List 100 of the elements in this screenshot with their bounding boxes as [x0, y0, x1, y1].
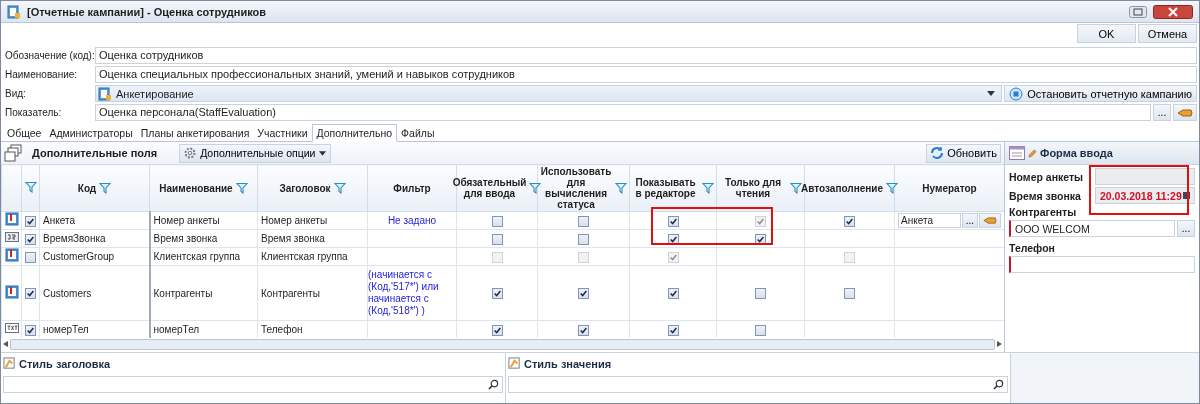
table-cell: Контрагенты: [153, 287, 213, 299]
checkbox[interactable]: [491, 288, 503, 300]
text-field[interactable]: Оценка специальных профессиональных знаний, умений и навыков сотрудников: [95, 66, 1197, 83]
fields-icon: [4, 144, 24, 162]
checkbox[interactable]: [667, 233, 679, 245]
filter-icon[interactable]: [235, 182, 248, 194]
checkbox[interactable]: [491, 215, 503, 227]
filter-icon[interactable]: [790, 182, 802, 194]
checkbox[interactable]: [491, 233, 503, 245]
scroll-right-icon[interactable]: [997, 341, 1002, 347]
table-cell: ВремяЗвонка: [43, 233, 106, 244]
refresh-button[interactable]: Обновить: [926, 143, 1001, 163]
numerator-field[interactable]: Анкета: [898, 213, 961, 228]
section-title: Дополнительные поля: [32, 147, 158, 159]
column-header[interactable]: Обязательный для ввода: [452, 177, 527, 199]
search-icon: [993, 379, 1004, 390]
checkbox[interactable]: [578, 233, 589, 245]
stop-campaign-button[interactable]: Остановить отчетную кампанию: [1004, 85, 1197, 102]
filter-icon[interactable]: [24, 181, 37, 193]
text-field-icon: [4, 321, 19, 335]
table-cell: номерТел: [43, 324, 89, 335]
field-label: Наименование:: [4, 69, 79, 80]
tab[interactable]: Файлы: [397, 125, 439, 141]
table-cell: Анкета: [43, 215, 75, 226]
checkbox[interactable]: [667, 288, 679, 300]
dialog-button[interactable]: Отмена: [1138, 24, 1197, 43]
checkbox[interactable]: [491, 324, 503, 336]
table-cell: CustomerGroup: [43, 251, 115, 262]
field-label: Телефон: [1009, 242, 1056, 254]
form-icon: [1009, 146, 1025, 160]
column-header[interactable]: Наименование: [159, 182, 233, 194]
checkbox[interactable]: [25, 215, 36, 227]
search-field[interactable]: [508, 376, 1008, 393]
search-field[interactable]: [3, 376, 503, 393]
checkbox[interactable]: [667, 324, 679, 336]
column-header[interactable]: Код: [77, 182, 97, 194]
close-icon[interactable]: [1153, 4, 1193, 19]
panel-title: Форма ввода: [1040, 147, 1113, 159]
column-header[interactable]: Автозаполнение: [801, 182, 883, 194]
scroll-left-icon[interactable]: [3, 341, 8, 347]
refresh-icon: [930, 146, 945, 160]
search-icon: [488, 379, 499, 390]
column-header[interactable]: Фильтр: [393, 182, 431, 194]
browse-button[interactable]: ...: [961, 213, 978, 228]
checkbox[interactable]: [25, 233, 36, 245]
filter-icon[interactable]: [886, 182, 898, 194]
field-label: Номер анкеты: [1009, 170, 1085, 183]
restore-icon[interactable]: [1129, 5, 1147, 18]
checkbox[interactable]: [844, 288, 855, 300]
filter-icon[interactable]: [702, 182, 714, 194]
tab[interactable]: Общее: [3, 125, 46, 141]
tab[interactable]: Участники: [253, 125, 312, 141]
browse-button[interactable]: ...: [1153, 104, 1171, 121]
field-label: Показатель:: [4, 107, 63, 118]
gear-icon: [184, 147, 197, 159]
tab[interactable]: Дополнительно: [311, 124, 398, 142]
checkbox[interactable]: [25, 324, 36, 336]
table-cell: Клиентская группа: [153, 251, 241, 262]
checkbox[interactable]: [578, 324, 589, 336]
checkbox[interactable]: [755, 233, 766, 245]
panel-title: Стиль заголовка: [19, 357, 111, 370]
field-label: Обозначение (код):: [4, 50, 93, 61]
text-field[interactable]: Оценка сотрудников: [95, 47, 1197, 64]
table-cell: номерТел: [153, 324, 200, 335]
link-button[interactable]: [1173, 104, 1197, 121]
checkbox[interactable]: [755, 288, 766, 300]
form-field[interactable]: ООО WELCOM: [1009, 220, 1175, 237]
horizontal-scrollbar[interactable]: [3, 338, 1002, 350]
checkbox[interactable]: [578, 215, 589, 227]
filter-icon[interactable]: [333, 182, 346, 194]
filter-icon[interactable]: [615, 182, 627, 194]
browse-button[interactable]: ...: [1177, 220, 1195, 237]
table-cell: Время звонка: [261, 233, 325, 244]
list-field-icon: [4, 248, 19, 262]
form-field[interactable]: 20.03.2018 11:29: [1095, 187, 1195, 204]
checkbox[interactable]: [667, 215, 679, 227]
table-cell: Время звонка: [153, 233, 218, 244]
filter-icon[interactable]: [99, 182, 112, 194]
column-header[interactable]: Заголовок: [279, 182, 331, 194]
tab[interactable]: Планы анкетирования: [136, 125, 254, 141]
checkbox[interactable]: [25, 288, 36, 300]
type-dropdown[interactable]: Анкетирование: [95, 85, 1003, 102]
form-field[interactable]: [1009, 256, 1195, 273]
pencil-icon: [1028, 148, 1037, 158]
filter-icon[interactable]: [529, 182, 542, 194]
dialog-button[interactable]: OK: [1077, 24, 1136, 43]
text-field[interactable]: Оценка персонала(StaffEvaluation): [95, 104, 1151, 121]
table-cell: Контрагенты: [261, 287, 320, 299]
document-icon: [7, 4, 21, 19]
checkbox[interactable]: [25, 251, 36, 263]
checkbox[interactable]: [755, 324, 766, 336]
table-cell: Номер анкеты: [153, 215, 220, 226]
number-field-icon: [4, 230, 19, 244]
checkbox[interactable]: [578, 288, 589, 300]
options-dropdown[interactable]: Дополнительные опции: [179, 143, 332, 163]
tab[interactable]: Администраторы: [45, 125, 137, 141]
checkbox[interactable]: [844, 215, 855, 227]
column-header[interactable]: Нумератор: [922, 182, 977, 194]
link-button[interactable]: [979, 213, 1001, 228]
form-field[interactable]: [1095, 168, 1195, 185]
